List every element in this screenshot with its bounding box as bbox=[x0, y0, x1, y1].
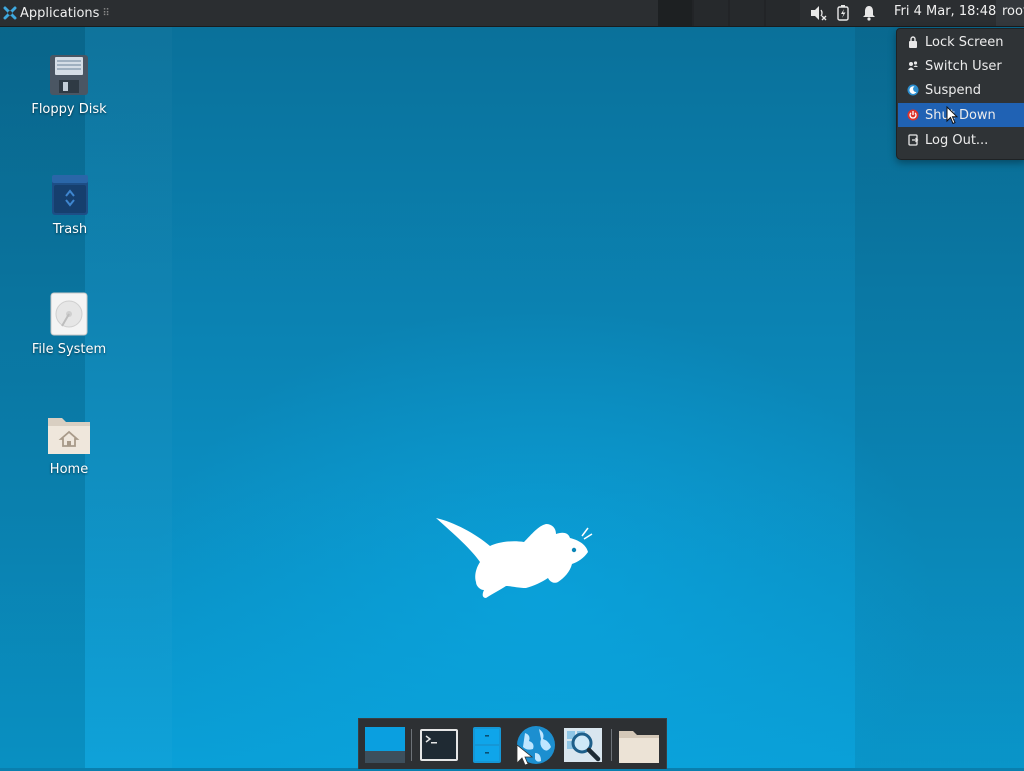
menu-item-log-out[interactable]: Log Out... bbox=[898, 128, 1024, 152]
show-desktop-icon bbox=[365, 727, 405, 763]
terminal-icon bbox=[420, 729, 458, 761]
dock-file-manager[interactable] bbox=[465, 723, 509, 767]
web-browser-icon bbox=[516, 726, 555, 766]
xfce-logo-icon bbox=[3, 6, 17, 20]
lock-icon bbox=[906, 35, 920, 49]
dock-show-desktop[interactable] bbox=[363, 723, 407, 767]
menu-item-suspend[interactable]: Suspend bbox=[898, 78, 1024, 102]
dock-separator bbox=[611, 729, 612, 761]
menu-item-label: Switch User bbox=[925, 58, 1002, 74]
menu-item-label: Suspend bbox=[925, 82, 982, 98]
dock-web-browser[interactable] bbox=[513, 723, 557, 767]
desktop-icon-home[interactable]: Home bbox=[19, 412, 119, 477]
desktop-icon-label: Trash bbox=[52, 222, 88, 237]
menu-item-label: Log Out... bbox=[925, 132, 989, 148]
dock-app-finder[interactable] bbox=[561, 723, 605, 767]
desktop-icon-floppy-disk[interactable]: Floppy Disk bbox=[19, 54, 119, 117]
power-icon bbox=[906, 108, 920, 122]
folder-icon bbox=[619, 731, 659, 763]
applications-menu-button[interactable]: Applications ⠿ bbox=[0, 0, 115, 26]
file-manager-icon bbox=[473, 727, 501, 763]
trash-icon bbox=[52, 175, 88, 215]
system-tray bbox=[806, 0, 882, 26]
dock-separator bbox=[411, 729, 412, 761]
suspend-icon bbox=[906, 83, 920, 97]
switch-user-icon bbox=[906, 59, 920, 73]
battery-icon[interactable] bbox=[830, 5, 856, 21]
menu-item-switch-user[interactable]: Switch User bbox=[898, 54, 1024, 78]
desktop-icon-trash[interactable]: Trash bbox=[20, 174, 120, 237]
xfce-mouse-logo bbox=[436, 518, 593, 598]
bottom-dock bbox=[358, 718, 667, 769]
panel-clock[interactable]: Fri 4 Mar, 18:48 bbox=[886, 0, 1004, 26]
dock-terminal[interactable] bbox=[417, 723, 461, 767]
floppy-disk-icon bbox=[50, 55, 88, 95]
logout-icon bbox=[906, 133, 920, 147]
menu-item-label: Shut Down bbox=[925, 107, 996, 123]
app-finder-icon bbox=[564, 728, 602, 762]
applications-menu-label: Applications bbox=[20, 5, 100, 21]
desktop-background[interactable]: Floppy Disk Trash File System Home bbox=[0, 0, 1024, 768]
menu-item-label: Lock Screen bbox=[925, 34, 1004, 50]
notification-bell-icon[interactable] bbox=[856, 5, 882, 21]
desktop-icon-label: Home bbox=[49, 462, 89, 477]
workspace-switcher[interactable] bbox=[658, 0, 800, 26]
desktop-icon-label: File System bbox=[31, 342, 107, 357]
menu-item-lock-screen[interactable]: Lock Screen bbox=[898, 30, 1024, 54]
session-user-button[interactable]: root bbox=[996, 0, 1024, 26]
mouse-cursor-icon bbox=[946, 106, 958, 125]
session-menu: Lock Screen Switch User Suspend Shut Dow… bbox=[896, 28, 1024, 160]
dock-home-folder[interactable] bbox=[617, 723, 661, 767]
desktop-icon-label: Floppy Disk bbox=[31, 102, 107, 117]
panel-handle-icon[interactable]: ⠿ bbox=[102, 8, 109, 19]
desktop-icon-file-system[interactable]: File System bbox=[19, 292, 119, 357]
home-folder-icon bbox=[48, 418, 90, 454]
menu-item-shut-down[interactable]: Shut Down bbox=[898, 103, 1024, 127]
hard-drive-icon bbox=[50, 292, 88, 336]
volume-muted-icon[interactable] bbox=[806, 5, 830, 21]
